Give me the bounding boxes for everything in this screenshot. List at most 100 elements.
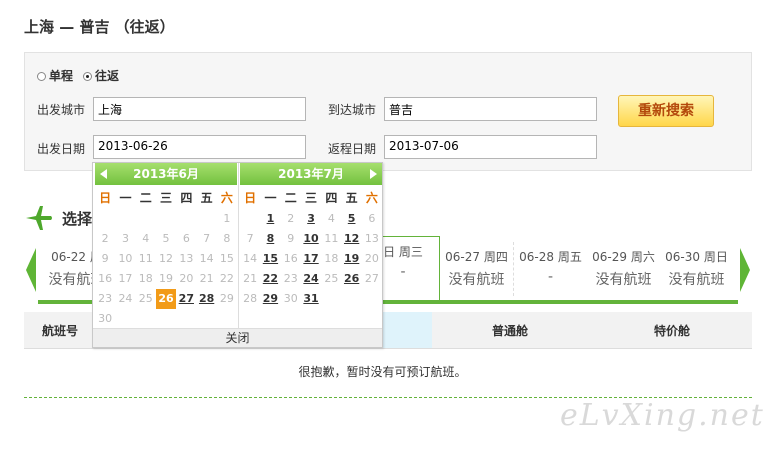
one-way-radio[interactable]: 单程 xyxy=(37,67,73,84)
calendar-day[interactable]: 17 xyxy=(301,249,321,269)
arrow-left-icon[interactable] xyxy=(24,246,38,294)
return-date-label: 返程日期 xyxy=(328,142,377,156)
calendar-day[interactable]: 26 xyxy=(155,289,177,309)
calendar-day: 25 xyxy=(324,272,339,285)
calendar-blank xyxy=(95,209,115,229)
calendar-day: 20 xyxy=(179,272,194,285)
calendar-day[interactable]: 24 xyxy=(301,269,321,289)
depart-city-label: 出发城市 xyxy=(37,103,86,117)
calendar-day: 23 xyxy=(283,272,298,285)
round-trip-radio[interactable]: 往返 xyxy=(83,67,119,84)
calendar-day: 19 xyxy=(159,272,174,285)
calendar-day[interactable]: 28 xyxy=(196,289,216,309)
calendar-day: 1 xyxy=(223,212,231,225)
calendar-day[interactable]: 31 xyxy=(301,289,321,309)
calendar-day: 14 xyxy=(199,252,214,265)
calendar-day: 17 xyxy=(118,272,133,285)
calendar-day: 7 xyxy=(203,232,211,245)
weekday-label: 六 xyxy=(365,191,378,205)
calendar-day: 13 xyxy=(364,232,379,245)
calendar-day: 9 xyxy=(287,232,295,245)
weekday-label: 五 xyxy=(345,191,358,205)
calendar-day: 25 xyxy=(138,292,153,305)
calendar-month-label: 2013年7月 xyxy=(278,167,344,181)
calendar-close-button[interactable]: 关闭 xyxy=(93,328,382,347)
calendar-day: 16 xyxy=(283,252,298,265)
weekday-label: 二 xyxy=(139,191,152,205)
depart-date-input[interactable]: 2013-06-26 xyxy=(93,135,306,159)
calendar-day[interactable]: 1 xyxy=(260,209,280,229)
calendar-day[interactable]: 15 xyxy=(260,249,280,269)
calendar-day[interactable]: 27 xyxy=(176,289,196,309)
calendar-day: 10 xyxy=(118,252,133,265)
calendar-day[interactable]: 3 xyxy=(301,209,321,229)
calendar-day: 3 xyxy=(121,232,129,245)
calendar-day: 6 xyxy=(368,212,376,225)
weekday-label: 六 xyxy=(220,191,233,205)
calendar-day[interactable]: 19 xyxy=(341,249,361,269)
calendar-day[interactable]: 10 xyxy=(301,229,321,249)
calendar-divider xyxy=(238,163,239,328)
calendar-day: 29 xyxy=(219,292,234,305)
one-way-label: 单程 xyxy=(49,69,74,83)
select-heading-text: 选择 xyxy=(62,209,93,228)
calendar-day[interactable]: 29 xyxy=(260,289,280,309)
calendar-day[interactable]: 22 xyxy=(260,269,280,289)
date-tab[interactable]: 06-27 周四 没有航班 xyxy=(440,242,514,296)
calendar-blank xyxy=(136,209,156,229)
calendar-day: 6 xyxy=(182,232,190,245)
weekday-label: 三 xyxy=(305,191,318,205)
calendar-day: 5 xyxy=(162,232,170,245)
calendar-day: 24 xyxy=(118,292,133,305)
calendar-blank xyxy=(240,209,260,229)
calendar-day: 28 xyxy=(243,292,258,305)
calendar-month: 2013年7月 日一二三四五六 1 2 3 4 5 6 7 8 9 10 11 12 13 14 15 16 1… xyxy=(240,163,382,309)
no-flight-message: 很抱歉，暂时没有可预订航班。 xyxy=(298,365,467,379)
date-tab[interactable]: 06-29 周六 没有航班 xyxy=(587,242,661,296)
calendar-day: 21 xyxy=(243,272,258,285)
weekday-row: 日一二三四五六 xyxy=(240,189,382,207)
calendar-prev-icon[interactable] xyxy=(100,169,107,179)
weekday-label: 一 xyxy=(264,191,277,205)
weekday-row: 日一二三四五六 xyxy=(95,189,237,207)
calendar-day[interactable]: 5 xyxy=(341,209,361,229)
radio-icon xyxy=(37,72,46,81)
weekday-label: 四 xyxy=(325,191,338,205)
date-tab-date: 06-30 周日 xyxy=(665,250,728,264)
calendar-day[interactable]: 8 xyxy=(260,229,280,249)
date-tab-status: 没有航班 xyxy=(448,272,505,288)
weekday-label: 五 xyxy=(200,191,213,205)
calendar-day[interactable]: 26 xyxy=(341,269,361,289)
calendar-next-icon[interactable] xyxy=(370,169,377,179)
calendar-day: 23 xyxy=(98,292,113,305)
calendar-day: 16 xyxy=(98,272,113,285)
depart-city-input[interactable]: 上海 xyxy=(93,97,306,121)
return-date-input[interactable]: 2013-07-06 xyxy=(384,135,597,159)
select-flight-heading: 选择 xyxy=(24,204,92,232)
calendar-day: 27 xyxy=(364,272,379,285)
calendar-blank xyxy=(156,209,176,229)
calendar-day: 7 xyxy=(246,232,254,245)
weekday-label: 二 xyxy=(284,191,297,205)
arrow-right-icon[interactable] xyxy=(738,246,752,294)
calendar-title: 2013年6月 xyxy=(95,163,237,185)
date-tab[interactable]: 06-30 周日 没有航班 xyxy=(660,242,733,296)
trip-type-group: 单程 往返 xyxy=(37,67,119,84)
research-button[interactable]: 重新搜索 xyxy=(618,95,714,127)
calendar-day: 15 xyxy=(219,252,234,265)
calendar-day[interactable]: 12 xyxy=(341,229,361,249)
calendar-month-label: 2013年6月 xyxy=(133,167,199,181)
calendar-blank xyxy=(196,209,216,229)
weekday-label: 四 xyxy=(180,191,193,205)
weekday-label: 三 xyxy=(160,191,173,205)
radio-checked-icon xyxy=(83,72,93,81)
date-tab-status: 没有航班 xyxy=(595,272,652,288)
weekday-label: 一 xyxy=(119,191,132,205)
search-panel: 单程 往返 出发城市 上海 到达城市 普吉 出发日期 2013-06-26 返程… xyxy=(24,52,752,171)
weekday-label: 日 xyxy=(244,191,257,205)
calendar-blank xyxy=(176,209,196,229)
date-tab[interactable]: 06-28 周五 - xyxy=(514,242,588,296)
watermark: eLvXing.net xyxy=(560,398,765,433)
calendar-day: 11 xyxy=(138,252,153,265)
arrive-city-input[interactable]: 普吉 xyxy=(384,97,597,121)
